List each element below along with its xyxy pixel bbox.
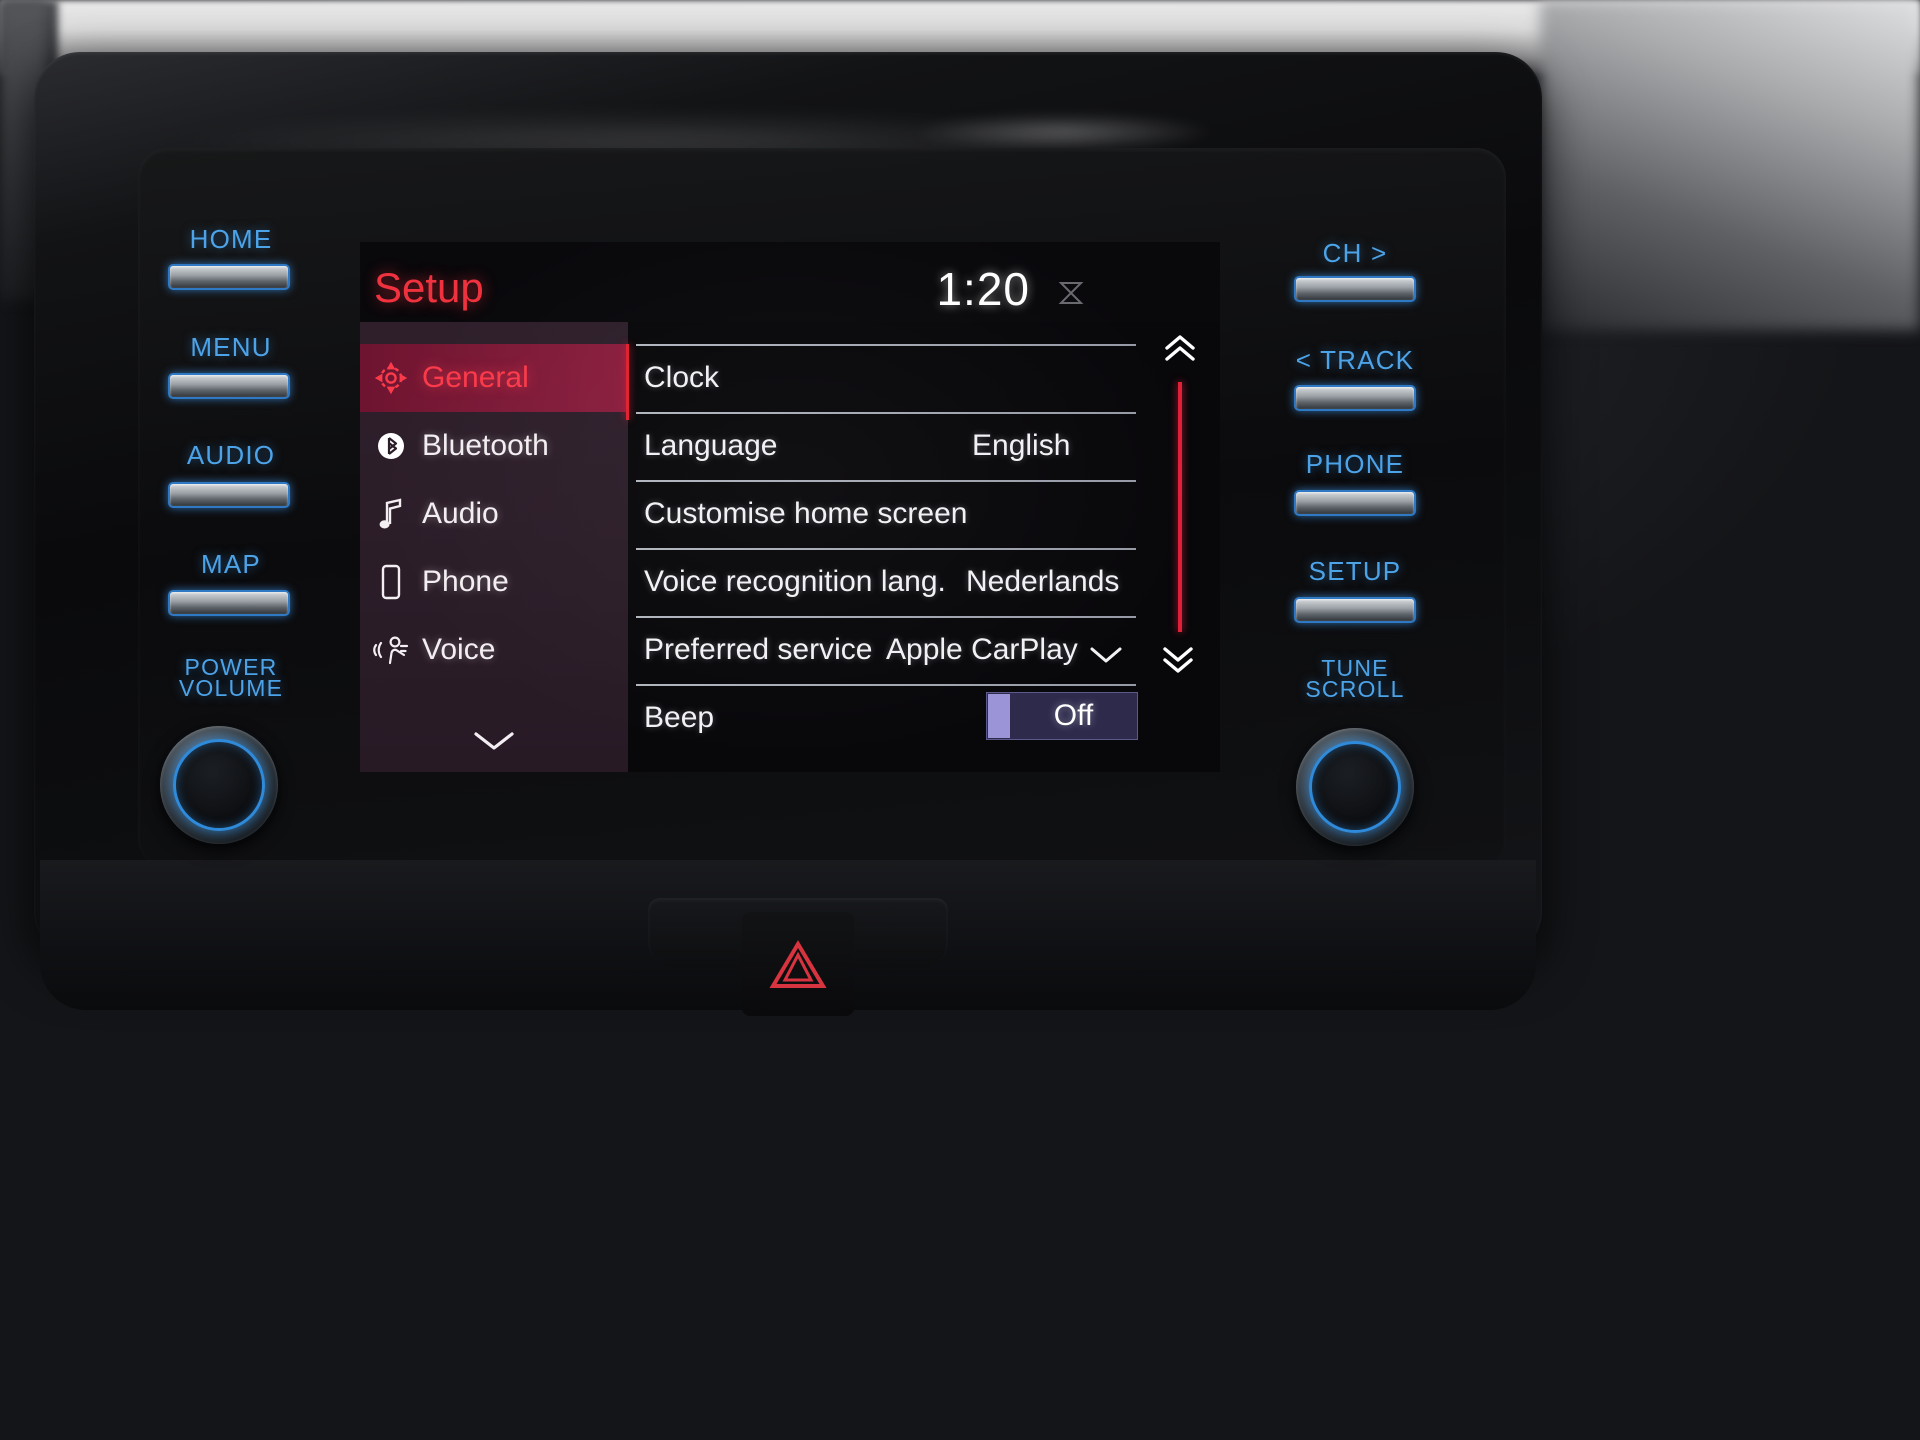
setup-button-label: SETUP xyxy=(1308,556,1402,586)
double-chevron-up-icon xyxy=(1162,333,1198,368)
list-item-label: Language xyxy=(644,429,778,462)
list-item-preferred-service[interactable]: Preferred service Apple CarPlay xyxy=(636,616,1140,684)
list-item-value: English xyxy=(972,429,1071,462)
list-item-label: Customise home screen xyxy=(644,497,968,530)
beep-toggle-knob xyxy=(988,694,1010,738)
scroll-up-button[interactable] xyxy=(1160,330,1200,370)
beep-toggle-state: Off xyxy=(1053,699,1094,732)
power-volume-knob-ring xyxy=(173,739,265,831)
no-signal-icon xyxy=(1058,280,1084,306)
menu-button-label: MENU xyxy=(190,332,272,362)
row-divider xyxy=(636,480,1136,482)
scrollbar-thumb[interactable] xyxy=(1178,382,1182,632)
phone-icon xyxy=(360,564,422,600)
setup-button[interactable] xyxy=(1294,597,1416,623)
channel-button[interactable] xyxy=(1294,276,1416,302)
audio-button[interactable] xyxy=(168,482,290,508)
sidebar-item-bluetooth-label: Bluetooth xyxy=(422,429,549,462)
row-divider xyxy=(636,344,1136,346)
list-item-label: Preferred service xyxy=(644,633,873,666)
list-item-value: Nederlands xyxy=(966,565,1120,598)
row-divider xyxy=(636,412,1136,414)
list-item-label: Voice recognition lang. xyxy=(644,565,946,598)
bluetooth-icon xyxy=(360,431,422,461)
beep-toggle[interactable]: Off xyxy=(986,692,1138,740)
row-divider xyxy=(636,616,1136,618)
gear-icon xyxy=(360,361,422,395)
list-item-label: Clock xyxy=(644,361,720,394)
list-item-voice-recognition-lang[interactable]: Voice recognition lang. Nederlands xyxy=(636,548,1140,616)
chevron-down-icon[interactable] xyxy=(1088,644,1124,671)
sidebar-item-audio[interactable]: Audio xyxy=(360,480,628,548)
voice-icon xyxy=(360,633,422,667)
power-volume-knob[interactable] xyxy=(160,726,278,844)
sidebar-item-audio-label: Audio xyxy=(422,497,499,530)
sidebar-selection-edge xyxy=(626,344,629,420)
scroll-down-button[interactable] xyxy=(1158,642,1198,682)
track-button-label: < TRACK xyxy=(1295,345,1415,375)
tune-knob-label-line2: SCROLL xyxy=(1305,676,1405,702)
home-button-label: HOME xyxy=(189,224,273,254)
home-button[interactable] xyxy=(168,264,290,290)
sidebar-item-phone[interactable]: Phone xyxy=(360,548,628,616)
dashboard-photo: HOME MENU AUDIO MAP POWER VOLUME CH > < … xyxy=(0,0,1920,1440)
map-button-label: MAP xyxy=(201,549,261,579)
clock-display: 1:20 xyxy=(936,263,1030,315)
sidebar-item-voice-label: Voice xyxy=(422,633,496,666)
sidebar-scroll-down-button[interactable] xyxy=(360,714,628,772)
phone-button[interactable] xyxy=(1294,490,1416,516)
phone-button-label: PHONE xyxy=(1305,449,1405,479)
track-button[interactable] xyxy=(1294,385,1416,411)
audio-button-label: AUDIO xyxy=(186,440,276,470)
background-blur-right xyxy=(1540,0,1920,330)
settings-list[interactable]: Clock Language English Customise home sc… xyxy=(636,322,1220,772)
list-item-customise-home-screen[interactable]: Customise home screen xyxy=(636,480,1140,548)
music-note-icon xyxy=(360,497,422,531)
channel-button-label: CH > xyxy=(1322,238,1388,268)
list-item-value: Apple CarPlay xyxy=(886,633,1078,666)
row-divider xyxy=(636,548,1136,550)
hazard-button[interactable] xyxy=(742,912,854,1016)
sidebar-item-voice[interactable]: Voice xyxy=(360,616,628,684)
bezel-gloss-highlight-2 xyxy=(914,114,1214,150)
tune-scroll-knob-ring xyxy=(1309,741,1401,833)
sidebar-item-bluetooth[interactable]: Bluetooth xyxy=(360,412,628,480)
list-item-clock[interactable]: Clock xyxy=(636,344,1140,412)
settings-sidebar[interactable]: General Bluetooth Audio Phone Voice xyxy=(360,322,628,772)
map-button[interactable] xyxy=(168,590,290,616)
list-item-beep[interactable]: Beep Off xyxy=(636,684,1140,752)
screen-header: Setup 1:20 xyxy=(360,242,1220,322)
double-chevron-down-icon xyxy=(1160,645,1196,680)
page-title: Setup xyxy=(374,264,484,311)
sidebar-item-general-label: General xyxy=(422,361,529,394)
infotainment-screen[interactable]: Setup 1:20 General Bluetooth Audio Phone… xyxy=(360,242,1220,772)
menu-button[interactable] xyxy=(168,373,290,399)
chevron-down-icon xyxy=(471,728,517,759)
row-divider xyxy=(636,684,1136,686)
list-item-language[interactable]: Language English xyxy=(636,412,1140,480)
sidebar-item-general[interactable]: General xyxy=(360,344,628,412)
sidebar-item-phone-label: Phone xyxy=(422,565,509,598)
tune-scroll-knob[interactable] xyxy=(1296,728,1414,846)
list-item-label: Beep xyxy=(644,701,715,734)
power-knob-label-line2: VOLUME xyxy=(178,675,284,701)
